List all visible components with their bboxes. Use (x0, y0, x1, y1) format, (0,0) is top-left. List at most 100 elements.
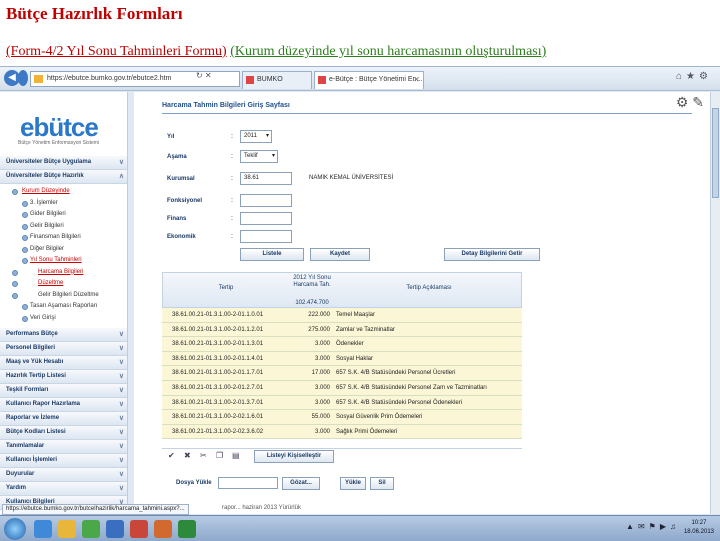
sidebar-menu-item[interactable]: Kullanıcı İşlemleri ∨ (0, 454, 127, 468)
ekonomik-input[interactable] (240, 230, 292, 243)
sidebar-subitem[interactable]: Düzeltme (0, 278, 127, 290)
chevron-down-icon[interactable]: ∨ (119, 370, 124, 383)
yukle-button[interactable]: Yükle (340, 477, 366, 490)
system-tray-icons[interactable]: ▲✉⚑▶♫ (626, 522, 680, 531)
sidebar-menu-item[interactable]: Kullanıcı Rapor Hazırlama ∨ (0, 398, 127, 412)
sidebar-menu-item[interactable]: Personel Bilgileri ∨ (0, 342, 127, 356)
cell-amount[interactable]: 3.000 (288, 425, 330, 439)
kurumsal-input[interactable]: 38.61 (240, 172, 292, 185)
col-aciklama-header[interactable]: Tertip Açıklaması (335, 285, 523, 291)
word-taskbar-icon[interactable] (106, 520, 124, 538)
menu-universiteler-butce-uygulama[interactable]: Üniversiteler Bütçe Uygulama ∨ (0, 156, 127, 170)
menu-universiteler-butce-hazirlik[interactable]: Üniversiteler Bütçe Hazırlık ∧ (0, 170, 127, 184)
cell-amount[interactable]: 3.000 (288, 352, 330, 366)
finans-input[interactable] (240, 212, 292, 225)
sidebar-menu-item[interactable]: Maaş ve Yük Hesabı ∨ (0, 356, 127, 370)
chevron-down-icon[interactable]: ∨ (119, 342, 124, 355)
taskbar-clock[interactable]: 10:27 18.06.2013 (684, 519, 714, 537)
chevron-down-icon[interactable]: ∨ (119, 440, 124, 453)
cell-amount[interactable]: 17.000 (288, 366, 330, 380)
sidebar-subitem[interactable]: Gelir Bilgileri (0, 221, 127, 233)
sidebar-subitem[interactable]: Harcama Bilgileri (0, 267, 127, 279)
file-path-input[interactable] (218, 477, 278, 489)
chevron-up-icon[interactable]: ∧ (119, 170, 124, 183)
paste-icon[interactable]: ▤ (232, 451, 240, 460)
chevron-down-icon[interactable]: ∨ (119, 156, 124, 169)
start-button-icon[interactable] (4, 518, 26, 540)
chevron-down-icon[interactable]: ∨ (119, 398, 124, 411)
sidebar-menu-item[interactable]: Duyurular ∨ (0, 468, 127, 482)
cell-amount[interactable]: 275.000 (288, 323, 330, 337)
sidebar-menu-item[interactable]: Teşkil Formları ∨ (0, 384, 127, 398)
cell-amount[interactable]: 3.000 (288, 396, 330, 410)
excel-taskbar-icon[interactable] (178, 520, 196, 538)
tab-ebutce[interactable]: e-Bütçe : Bütçe Yönetimi En... ✕ (314, 71, 424, 89)
chevron-down-icon[interactable]: ∨ (119, 412, 124, 425)
col-amount-header[interactable]: 2012 Yıl Sonu Harcama Tah. (289, 275, 335, 289)
tab-close-icon[interactable]: ✕ (413, 72, 420, 88)
sidebar-menu-item[interactable]: Performans Bütçe ∨ (0, 328, 127, 342)
table-row[interactable]: 38.61.00.21-01.3.1.00-2-01.3.7.01 3.000 65… (162, 395, 522, 411)
tab-bumko[interactable]: BUMKO (242, 71, 312, 89)
sidebar-subitem[interactable]: Diğer Bilgiler (0, 244, 127, 256)
table-row[interactable]: 38.61.00.21-01.3.1.00-2-01.1.0.01 222.000… (162, 308, 522, 323)
cell-amount[interactable]: 3.000 (288, 337, 330, 351)
check-icon[interactable]: ✔ (168, 451, 175, 460)
cell-amount[interactable]: 55.000 (288, 410, 330, 424)
chevron-down-icon[interactable]: ∨ (119, 356, 124, 369)
table-row[interactable]: 38.61.00.21-01.3.1.00-2-01.1.2.01 275.000… (162, 322, 522, 338)
listele-button[interactable]: Listele (240, 248, 304, 261)
cancel-icon[interactable]: ✖ (184, 451, 191, 460)
bullet-icon (22, 246, 28, 253)
ie-taskbar-icon[interactable] (34, 520, 52, 538)
home-star-gear-icons[interactable]: ⌂★⚙ (676, 71, 712, 82)
sidebar-subitem[interactable]: Finansman Bilgileri (0, 232, 127, 244)
sidebar-subitem[interactable]: 3. İşlemler (0, 198, 127, 210)
table-row[interactable]: 38.61.00.21-01.3.1.00-2-01.1.3.01 3.000 Öd… (162, 337, 522, 352)
chevron-down-icon[interactable]: ∨ (119, 328, 124, 341)
listeyi-kisisellestir-button[interactable]: Listeyi Kişiselleştir (254, 450, 334, 463)
copy-icon[interactable]: ❐ (216, 451, 223, 460)
sidebar-menu-item[interactable]: Yardım ∨ (0, 482, 127, 496)
url-tools-icon[interactable]: ↻ ✕ (196, 71, 212, 80)
sidebar-menu-item[interactable]: Hazırlık Tertip Listesi ∨ (0, 370, 127, 384)
sil-button[interactable]: Sil (370, 477, 394, 490)
yil-select[interactable]: 2011 (240, 130, 272, 143)
sidebar-menu-item[interactable]: Bütçe Kodları Listesi ∨ (0, 426, 127, 440)
chevron-down-icon[interactable]: ∨ (119, 468, 124, 481)
chevron-down-icon[interactable]: ∨ (119, 384, 124, 397)
sidebar-menu-item[interactable]: Tanımlamalar ∨ (0, 440, 127, 454)
gozat-button[interactable]: Gözat... (282, 477, 320, 490)
cell-amount[interactable]: 3.000 (288, 381, 330, 395)
forward-icon[interactable] (18, 70, 28, 86)
col-tertip-header[interactable]: Tertip (163, 285, 289, 291)
cell-amount[interactable]: 222.000 (288, 308, 330, 322)
table-row[interactable]: 38.61.00.21-01.3.1.00-2-01.1.4.01 3.000 So… (162, 351, 522, 367)
detay-bilgileri-button[interactable]: Detay Bilgilerini Getir (444, 248, 540, 261)
table-row[interactable]: 38.61.00.21-01.3.1.00-2-02.3.6.02 3.000 Sa… (162, 424, 522, 440)
table-row[interactable]: 38.61.00.21-01.3.1.00-2-02.1.6.01 55.000 S… (162, 410, 522, 425)
cut-icon[interactable]: ✂ (200, 451, 207, 460)
table-row[interactable]: 38.61.00.21-01.3.1.00-2-01.1.7.01 17.000 6… (162, 366, 522, 381)
powerpoint-taskbar-icon[interactable] (130, 520, 148, 538)
sidebar-menu-item[interactable]: Raporlar ve İzleme ∨ (0, 412, 127, 426)
fonksiyonel-input[interactable] (240, 194, 292, 207)
media-taskbar-icon[interactable] (82, 520, 100, 538)
user-help-icons[interactable]: ⚙ ✎ (676, 94, 704, 111)
app-taskbar-icon[interactable] (154, 520, 172, 538)
chevron-down-icon[interactable]: ∨ (119, 454, 124, 467)
sidebar-subitem[interactable]: Gelir Bilgileri Düzeltme (0, 290, 127, 302)
sidebar-subitem[interactable]: Yıl Sonu Tahminleri (0, 255, 127, 267)
chevron-down-icon[interactable]: ∨ (119, 426, 124, 439)
sidebar-subitem[interactable]: Veri Girişi (0, 313, 127, 325)
asama-select[interactable]: Teklif (240, 150, 278, 163)
scrollbar-thumb[interactable] (712, 108, 719, 198)
sidebar-subitem[interactable]: Kurum Düzeyinde (0, 186, 127, 198)
sidebar-subitem[interactable]: Gider Bilgileri (0, 209, 127, 221)
sidebar-subitem[interactable]: Tasarı Aşaması Raporları (0, 301, 127, 313)
explorer-taskbar-icon[interactable] (58, 520, 76, 538)
vertical-scrollbar[interactable] (710, 92, 720, 514)
table-row[interactable]: 38.61.00.21-01.3.1.00-2-01.2.7.01 3.000 65… (162, 380, 522, 396)
chevron-down-icon[interactable]: ∨ (119, 482, 124, 495)
kaydet-button[interactable]: Kaydet (310, 248, 370, 261)
